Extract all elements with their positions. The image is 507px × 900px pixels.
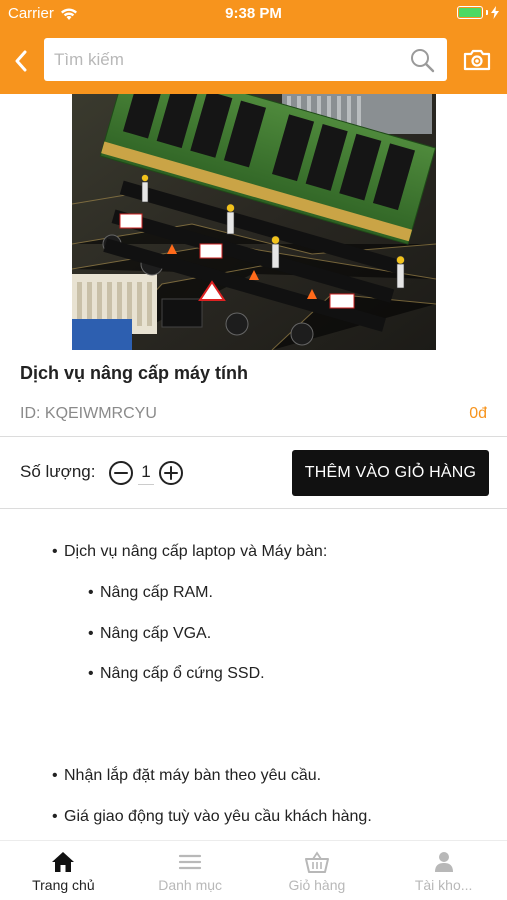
chevron-left-icon [15,50,27,72]
ram-motherboard-illustration [72,94,436,350]
tab-account[interactable]: Tài kho... [380,841,507,900]
product-price: 0đ [469,405,487,422]
search-icon[interactable] [409,47,435,73]
product-id: ID: KQEIWMRCYU [20,405,157,422]
quantity-input[interactable] [138,459,154,485]
add-to-cart-button[interactable]: THÊM VÀO GIỎ HÀNG [292,450,489,496]
home-icon [52,852,75,872]
tab-categories[interactable]: Danh mục [127,841,254,900]
camera-icon[interactable] [462,46,492,74]
tab-label: Giỏ hàng [288,877,346,893]
product-title: Dịch vụ nâng cấp máy tính [20,363,249,383]
app-header: Carrier 9:38 PM [0,0,507,94]
charging-bolt-icon [491,6,499,19]
tab-label: Danh mục [158,877,223,893]
description-sub-item: • Nâng cấp ổ cứng SSD. [88,665,265,682]
status-bar: Carrier 9:38 PM [0,0,507,28]
product-image [72,94,436,350]
status-time: 9:38 PM [225,5,282,22]
tab-label: Tài kho... [414,877,473,893]
minus-circle-icon[interactable] [108,460,134,486]
basket-icon [304,851,329,873]
battery-indicator [457,6,499,19]
search-input[interactable] [44,38,394,81]
description-sub-item: • Nâng cấp VGA. [88,625,212,642]
battery-icon [457,6,483,19]
search-bar[interactable] [44,38,447,81]
back-button[interactable] [8,44,34,78]
tab-label: Trang chủ [32,877,95,893]
quantity-label: Số lượng: [20,462,96,481]
description-sub-item: • Nâng cấp RAM. [88,584,213,601]
product-description: • Dịch vụ nâng cấp laptop và Máy bàn: • Nâ… [0,509,507,839]
plus-circle-icon[interactable] [158,460,184,486]
description-main-item: • Dịch vụ nâng cấp laptop và Máy bàn: [52,543,328,560]
bottom-tab-bar: Trang chủ Danh mục Giỏ hàng Tài kho... [0,840,507,900]
user-icon [434,852,453,872]
tab-home[interactable]: Trang chủ [0,841,127,900]
description-extra-item: • Nhận lắp đặt máy bàn theo yêu cầu. [52,767,322,784]
tab-cart[interactable]: Giỏ hàng [254,841,381,900]
divider [0,436,507,437]
description-extra-item: • Giá giao động tuỳ vào yêu cầu khách hàn… [52,808,372,825]
menu-icon [179,854,202,870]
